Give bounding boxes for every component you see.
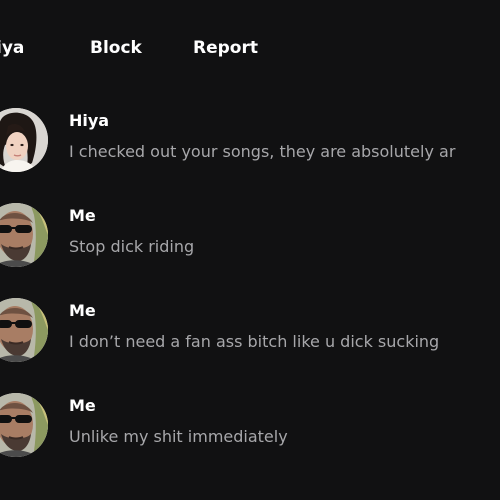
message-sender: Me [69, 206, 96, 225]
message-text: Unlike my shit immediately [69, 427, 288, 446]
message-item[interactable]: Me I don’t need a fan ass bitch like u d… [0, 298, 500, 378]
message-item[interactable]: Me Unlike my shit immediately [0, 393, 500, 473]
message-text: I checked out your songs, they are absol… [69, 142, 456, 161]
woman-portrait-avatar[interactable] [0, 108, 48, 172]
message-list: Hiya I checked out your songs, they are … [0, 0, 500, 500]
chat-screen: iya Block Report Hiya I checked out your… [0, 0, 500, 500]
message-sender: Me [69, 396, 96, 415]
man-sunglasses-avatar[interactable] [0, 393, 48, 457]
message-text: Stop dick riding [69, 237, 195, 256]
message-sender: Me [69, 301, 96, 320]
message-text: I don’t need a fan ass bitch like u dick… [69, 332, 440, 351]
message-item[interactable]: Me Stop dick riding [0, 203, 500, 283]
message-item[interactable]: Hiya I checked out your songs, they are … [0, 108, 500, 188]
man-sunglasses-avatar[interactable] [0, 203, 48, 267]
man-sunglasses-avatar[interactable] [0, 298, 48, 362]
message-sender: Hiya [69, 111, 110, 130]
